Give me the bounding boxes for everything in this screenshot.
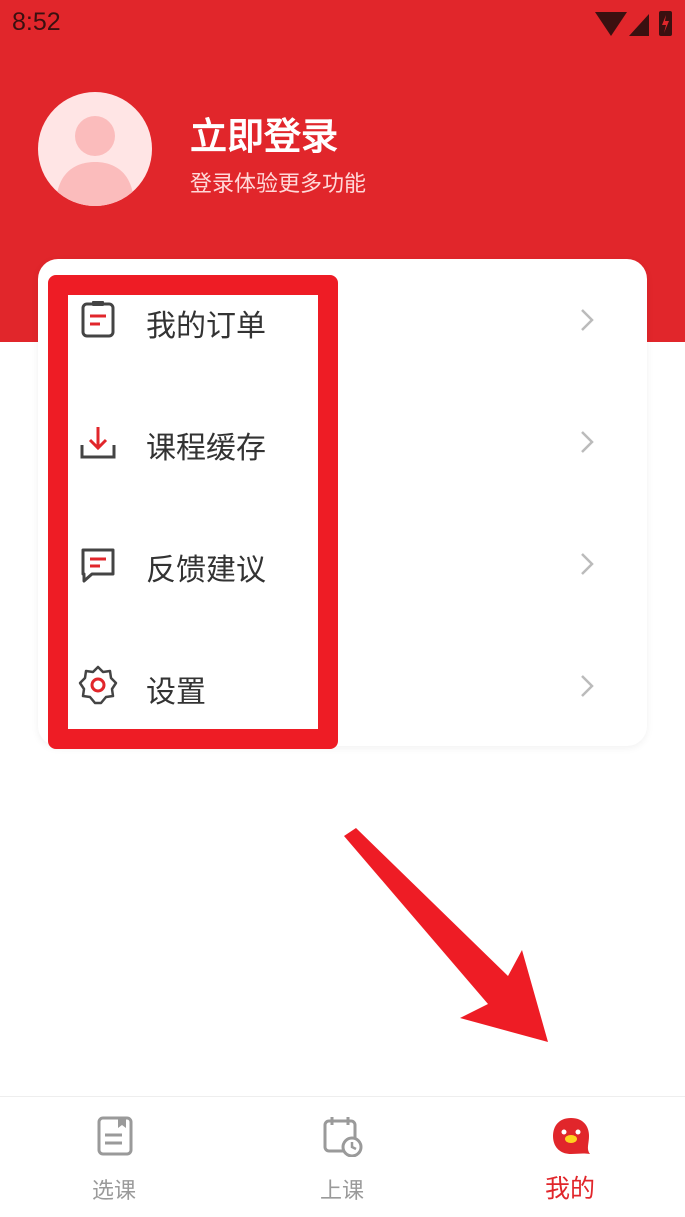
chevron-right-icon — [581, 553, 594, 575]
mascot-icon — [553, 1118, 590, 1154]
wifi-icon — [595, 12, 627, 36]
chevron-right-icon — [581, 675, 594, 697]
status-icons — [595, 11, 672, 36]
tab-label: 选课 — [91, 1179, 136, 1204]
login-title[interactable]: 立即登录 — [190, 106, 338, 160]
status-bar: 8:52 — [0, 0, 685, 48]
tab-label: 我的 — [544, 1174, 595, 1203]
annotation-highlight-box — [48, 275, 338, 749]
cellular-icon — [629, 14, 649, 36]
tab-select-course[interactable]: 选课 — [0, 1097, 228, 1217]
tab-mine[interactable]: 我的 — [456, 1097, 684, 1217]
person-silhouette-icon — [56, 116, 134, 206]
bottom-tab-bar: 选课 上课 我的 — [0, 1096, 685, 1217]
chevron-right-icon — [581, 431, 594, 453]
tab-label: 上课 — [319, 1179, 364, 1204]
annotation-arrow-icon — [344, 828, 548, 1042]
tab-attend-class[interactable]: 上课 — [228, 1097, 456, 1217]
chevron-right-icon — [581, 309, 594, 331]
avatar[interactable] — [38, 92, 152, 206]
book-icon — [97, 1116, 133, 1156]
calendar-clock-icon — [323, 1117, 363, 1157]
status-time: 8:52 — [12, 8, 61, 36]
login-subtitle: 登录体验更多功能 — [190, 172, 367, 197]
